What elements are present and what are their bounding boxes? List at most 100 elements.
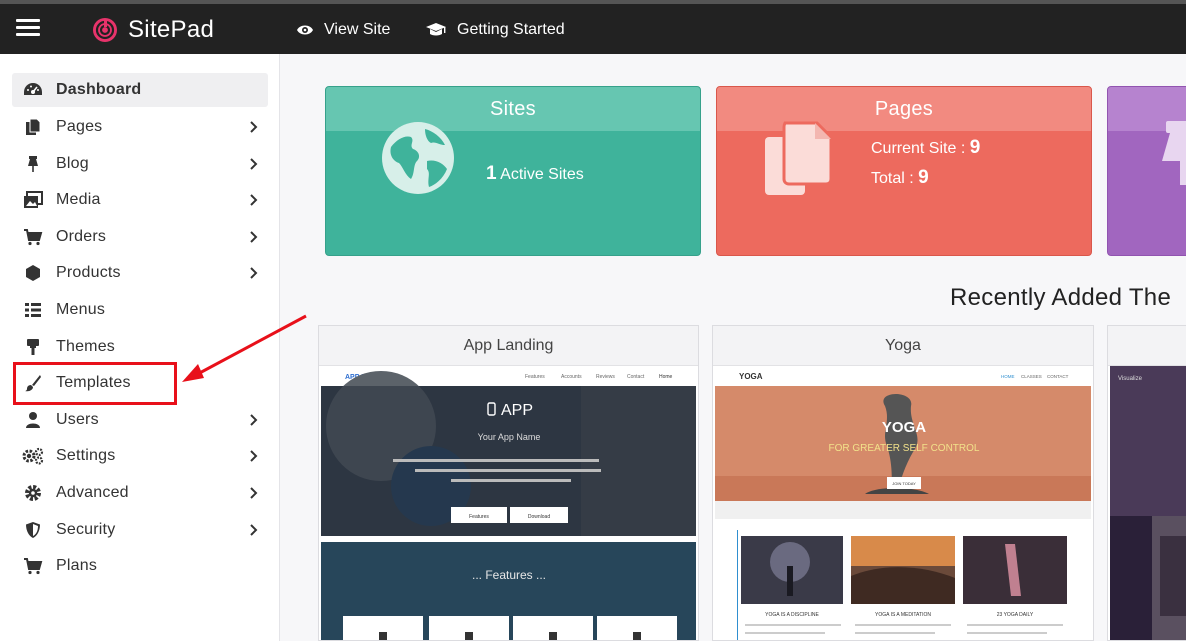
svg-text:Accounts: Accounts [561, 374, 582, 380]
svg-text:FOR GREATER SELF CONTROL: FOR GREATER SELF CONTROL [829, 443, 980, 454]
svg-text:CLASSES: CLASSES [1021, 374, 1042, 379]
sidebar-item-blog[interactable]: Blog [12, 147, 268, 181]
pages-total-value: 9 [918, 167, 929, 188]
sidebar-item-label: Pages [56, 118, 103, 135]
svg-text:Visualize: Visualize [1118, 376, 1143, 382]
hexagon-icon [22, 262, 44, 284]
svg-text:Reviews: Reviews [596, 374, 615, 380]
brand-name: SitePad [128, 16, 215, 43]
sites-active-text: 1 Active Sites [486, 163, 584, 185]
annotation-arrow [182, 314, 307, 382]
sidebar-item-label: Users [56, 411, 99, 428]
getting-started-link[interactable]: Getting Started [425, 16, 565, 44]
sidebar-item-security[interactable]: Security [12, 513, 268, 547]
sidebar-item-label: Settings [56, 447, 116, 464]
sidebar-item-label: Dashboard [56, 81, 142, 98]
svg-text:Your App Name: Your App Name [478, 432, 541, 442]
getting-started-label: Getting Started [457, 21, 565, 38]
chevron-right-icon [250, 487, 258, 499]
brand[interactable]: SitePad [92, 12, 214, 48]
sidebar-item-pages[interactable]: Pages [12, 110, 268, 144]
eye-icon [297, 25, 313, 35]
theme-preview: Visualize [1110, 366, 1186, 640]
cart-icon [22, 226, 44, 248]
list-icon [22, 299, 44, 321]
sidebar-item-label: Security [56, 521, 116, 538]
third-stat-card[interactable] [1107, 86, 1186, 256]
chevron-right-icon [250, 194, 258, 206]
theme-card-third[interactable]: Visualize [1107, 325, 1186, 641]
svg-text:Features: Features [469, 514, 489, 520]
sites-count: 1 [486, 163, 497, 184]
pages-current-value: 9 [969, 137, 981, 158]
cart-icon [22, 555, 44, 577]
dashboard-icon [22, 79, 44, 101]
pin-icon [1162, 121, 1186, 185]
sidebar-item-settings[interactable]: Settings [12, 439, 268, 473]
globe-icon [382, 122, 454, 194]
sidebar-item-advanced[interactable]: Advanced [12, 476, 268, 510]
svg-text:CONTACT: CONTACT [1047, 374, 1069, 379]
chevron-right-icon [250, 231, 258, 243]
sidebar-item-products[interactable]: Products [12, 256, 268, 290]
pages-total-text: Total : 9 [871, 167, 929, 189]
pin-icon [22, 153, 44, 175]
recent-themes-title: Recently Added The [950, 284, 1172, 311]
chevron-right-icon [250, 121, 258, 133]
svg-text:Download: Download [528, 514, 550, 520]
view-site-label: View Site [324, 21, 391, 38]
media-icon [22, 189, 44, 211]
chevron-right-icon [250, 267, 258, 279]
svg-text:Contact: Contact [627, 374, 645, 380]
theme-preview: APP LANDING Features Accounts Reviews Co… [321, 366, 696, 640]
pages-total-label: Total : [871, 170, 914, 187]
copy-icon [765, 121, 833, 195]
theme-card-app-landing[interactable]: App Landing APP LANDING Features Account… [318, 325, 699, 641]
sidebar-item-label: Products [56, 264, 121, 281]
svg-text:... Features ...: ... Features ... [472, 568, 546, 582]
sidebar-item-label: Plans [56, 557, 98, 574]
gear-icon [22, 482, 44, 504]
svg-text:YOGA: YOGA [739, 372, 763, 381]
sitepad-logo-icon [93, 18, 117, 42]
pages-current-label: Current Site : [871, 140, 966, 157]
preview-hero-title: APP [501, 402, 533, 419]
sidebar-item-media[interactable]: Media [12, 183, 268, 217]
svg-text:Features: Features [525, 374, 545, 380]
svg-text:YOGA IS A DISCIPLINE: YOGA IS A DISCIPLINE [765, 612, 819, 618]
pages-card[interactable]: Pages Current Site : 9 Total : 9 [716, 86, 1092, 256]
hamburger-menu-icon[interactable] [16, 16, 40, 40]
theme-preview: YOGA HOME CLASSES CONTACT YOGA FOR GREAT… [715, 366, 1091, 640]
theme-name: App Landing [319, 326, 698, 366]
user-icon [22, 409, 44, 431]
sidebar-item-label: Blog [56, 155, 89, 172]
theme-name [1108, 326, 1186, 366]
svg-text:23 YOGA DAILY: 23 YOGA DAILY [997, 612, 1034, 618]
sidebar-item-label: Orders [56, 228, 107, 245]
shield-icon [22, 519, 44, 541]
theme-name: Yoga [713, 326, 1093, 366]
svg-text:YOGA IS A MEDITATION: YOGA IS A MEDITATION [875, 612, 931, 618]
graduation-cap-icon [426, 23, 446, 36]
chevron-right-icon [250, 450, 258, 462]
chevron-right-icon [250, 414, 258, 426]
svg-text:YOGA: YOGA [882, 419, 926, 436]
svg-text:HOME: HOME [1001, 374, 1015, 379]
pages-current-text: Current Site : 9 [871, 137, 980, 159]
svg-text:JOIN TODAY: JOIN TODAY [892, 481, 916, 486]
theme-card-yoga[interactable]: Yoga YOGA HOME CLASSES CONTACT YOGA FOR … [712, 325, 1094, 641]
sidebar-item-plans[interactable]: Plans [12, 549, 268, 583]
pages-icon [22, 116, 44, 138]
brush-roller-icon [22, 336, 44, 358]
sidebar-item-users[interactable]: Users [12, 403, 268, 437]
sidebar-item-orders[interactable]: Orders [12, 220, 268, 254]
sites-label: Active Sites [500, 166, 584, 183]
sites-card[interactable]: Sites 1 Active Sites [325, 86, 701, 256]
svg-text:Home: Home [659, 374, 673, 380]
annotation-highlight-box [13, 362, 177, 405]
sidebar-item-label: Media [56, 191, 101, 208]
sidebar-item-dashboard[interactable]: Dashboard [12, 73, 268, 107]
view-site-link[interactable]: View Site [296, 16, 390, 44]
chevron-right-icon [250, 158, 258, 170]
chevron-right-icon [250, 524, 258, 536]
